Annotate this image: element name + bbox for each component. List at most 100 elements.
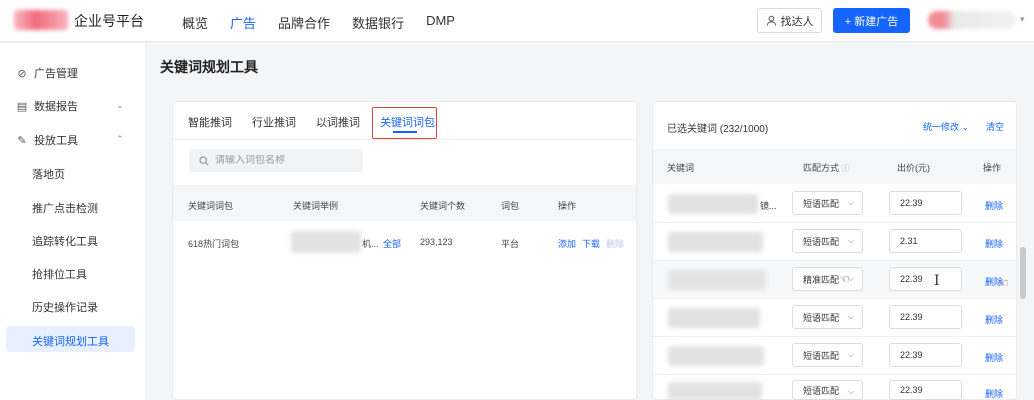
chevron-down-icon: ⌵ [847, 198, 854, 207]
keyword-count: 293,123 [420, 237, 453, 247]
nav-ads[interactable]: 广告 [230, 13, 256, 42]
match-type-value: 精准匹配 [803, 274, 840, 285]
add-button[interactable]: 添加 [558, 237, 576, 250]
match-type-select[interactable]: 短语匹配 ⌵ [792, 229, 863, 253]
match-type-select[interactable]: 精准匹配 ⌵ [792, 267, 863, 291]
col-header-example: 关键词举例 [293, 201, 339, 211]
sidebar-item-keyword-planner[interactable]: 关键词规划工具 [32, 333, 109, 349]
chevron-down-icon: ⌵ [847, 312, 854, 321]
chevron-down-icon[interactable]: ⌄ [116, 100, 124, 111]
delete-button[interactable]: 删除 [985, 351, 1003, 364]
chevron-down-icon[interactable]: ▾ [1020, 14, 1025, 25]
sidebar-item-label: 投放工具 [34, 135, 78, 147]
search-icon [199, 156, 209, 166]
logo[interactable] [14, 10, 68, 30]
report-icon: ▤ [16, 100, 28, 113]
page-title: 关键词规划工具 [160, 59, 258, 75]
col-header-package: 关键词词包 [188, 201, 234, 211]
price-input[interactable]: 22.39 [889, 343, 962, 367]
active-tab-indicator [393, 131, 417, 133]
keyword-package-panel [172, 101, 637, 400]
col-header-count: 关键词个数 [420, 201, 466, 211]
blurred-keyword [668, 382, 762, 400]
brand-name: 企业号平台 [74, 13, 144, 29]
clear-button[interactable]: 清空 [986, 120, 1004, 133]
chevron-up-icon[interactable]: ⌃ [116, 134, 124, 145]
price-input[interactable]: 22.39 [889, 191, 962, 215]
compass-icon: ⊘ [17, 67, 27, 80]
delete-button[interactable]: 删除 [985, 387, 1003, 400]
delete-button[interactable]: 删除 [985, 199, 1003, 212]
chevron-down-icon: ⌵ [847, 387, 854, 396]
price-input[interactable]: 22.39 [889, 267, 962, 291]
sidebar-item-label: 广告管理 [34, 68, 78, 80]
chevron-down-icon: ⌵ [847, 236, 854, 245]
blurred-keyword [668, 194, 758, 214]
blurred-keyword [668, 308, 760, 328]
match-type-select[interactable]: 短语匹配 ⌵ [792, 380, 863, 400]
match-type-select[interactable]: 短语匹配 ⌵ [792, 305, 863, 329]
price-input[interactable]: 22.39 [889, 380, 962, 400]
sidebar-item-delivery-tools[interactable]: ✎ 投放工具 [16, 132, 78, 148]
sidebar-item-rank-tool[interactable]: 抢排位工具 [32, 266, 87, 282]
blurred-keyword [668, 346, 764, 366]
delete-button[interactable]: 删除 [985, 237, 1003, 250]
user-avatar[interactable] [928, 11, 1016, 29]
price-input[interactable]: 22.39 [889, 305, 962, 329]
tab-smart-recommend[interactable]: 智能推词 [188, 114, 232, 130]
match-type-value: 短语匹配 [803, 312, 840, 323]
match-type-select[interactable]: 短语匹配 ⌵ [792, 343, 863, 367]
nav-overview[interactable]: 概览 [182, 13, 208, 42]
nav-brand-cooperation[interactable]: 品牌合作 [278, 13, 330, 42]
match-type-select[interactable]: 短语匹配 ⌵ [792, 191, 863, 215]
info-icon[interactable]: ⓘ [842, 164, 850, 173]
delete-button[interactable]: 删除 [985, 313, 1003, 326]
highlight-box [372, 107, 437, 139]
new-ad-button[interactable]: + 新建广告 [833, 8, 910, 33]
batch-modify-dropdown[interactable]: 统一修改 ⌄ [923, 120, 969, 133]
find-talent-button[interactable]: 找达人 [757, 8, 822, 33]
user-icon [766, 15, 776, 26]
delete-button[interactable]: 删除 [606, 237, 624, 250]
price-input[interactable]: 2.31 [889, 229, 962, 253]
selected-keywords-title: 已选关键词 (232/1000) [667, 124, 769, 135]
col-header-match-type: 匹配方式 ⓘ [803, 161, 850, 174]
tools-icon: ✎ [17, 134, 27, 147]
main-nav: 概览 广告 品牌合作 数据银行 DMP [182, 13, 477, 42]
match-type-value: 短语匹配 [803, 236, 840, 247]
text-cursor-icon: I [934, 273, 940, 289]
nav-dmp[interactable]: DMP [426, 13, 455, 42]
scrollbar[interactable] [1020, 247, 1026, 299]
keyword-suffix: 镜... [760, 201, 777, 211]
package-search [189, 149, 363, 172]
package-name: 618热门词包 [188, 239, 240, 249]
find-talent-label: 找达人 [780, 15, 814, 28]
example-suffix: 机... [362, 239, 379, 249]
package-type: 平台 [501, 239, 520, 249]
sidebar-item-click-detection[interactable]: 推广点击检测 [32, 200, 98, 216]
sidebar-item-conversion-tracking[interactable]: 追踪转化工具 [32, 233, 98, 249]
download-button[interactable]: 下载 [582, 237, 600, 250]
sidebar-item-history[interactable]: 历史操作记录 [32, 299, 98, 315]
nav-data-bank[interactable]: 数据银行 [352, 13, 404, 42]
tab-industry-recommend[interactable]: 行业推词 [252, 114, 296, 130]
match-type-value: 短语匹配 [803, 385, 840, 396]
chevron-down-icon: ⌄ [961, 122, 970, 132]
col-header-keyword: 关键词 [667, 163, 695, 173]
tab-word-to-word[interactable]: 以词推词 [316, 114, 360, 130]
hand-cursor-icon: ☜ [998, 276, 1009, 290]
col-header-actions: 操作 [558, 201, 577, 211]
blurred-keyword [668, 232, 763, 252]
view-all-link[interactable]: 全部 [383, 237, 401, 250]
package-search-input[interactable] [215, 155, 355, 166]
sidebar-item-data-report[interactable]: ▤ 数据报告 [16, 98, 78, 114]
match-type-value: 短语匹配 [803, 350, 840, 361]
blurred-keyword [668, 270, 766, 290]
batch-modify-label: 统一修改 [923, 122, 960, 132]
sidebar-item-label: 数据报告 [34, 101, 78, 113]
col-header-match-label: 匹配方式 [803, 163, 840, 173]
sidebar-item-ad-management[interactable]: ⊘ 广告管理 [16, 65, 78, 81]
match-type-value: 短语匹配 [803, 198, 840, 209]
col-header-actions: 操作 [983, 163, 1002, 173]
sidebar-item-landing-page[interactable]: 落地页 [32, 166, 65, 182]
